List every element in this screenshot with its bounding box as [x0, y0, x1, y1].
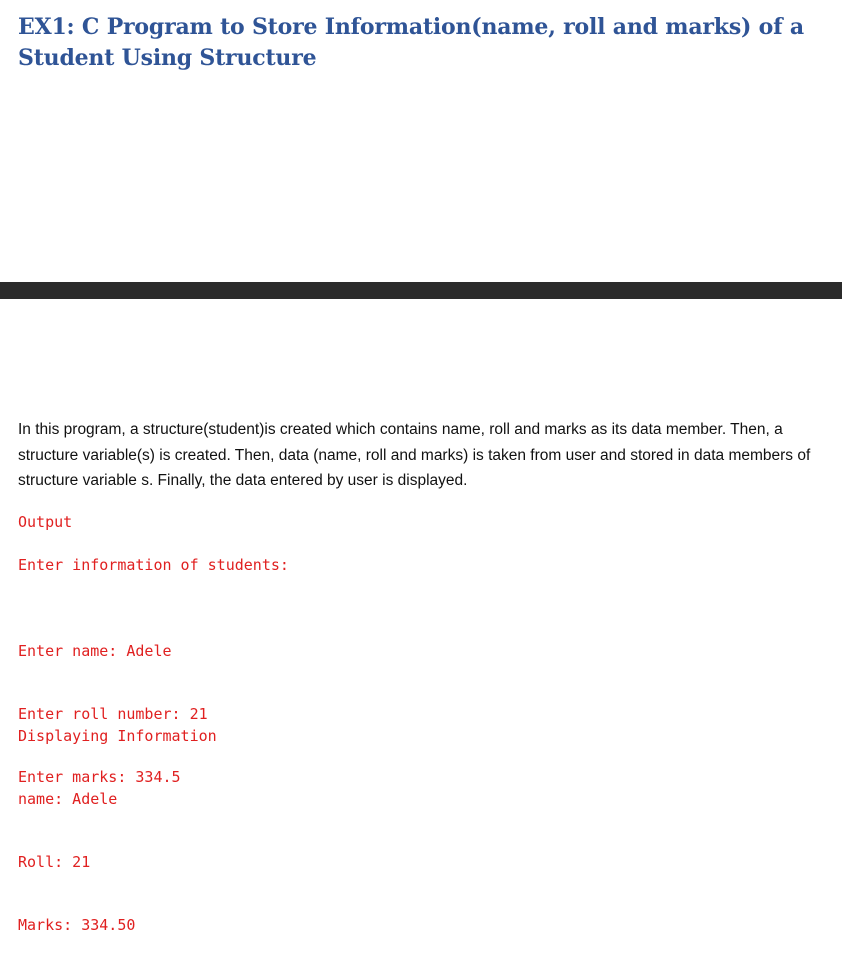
input-line-name: Enter name: Adele: [18, 642, 172, 660]
display-line-roll: Roll: 21: [18, 853, 91, 871]
divider-bar: [0, 282, 842, 299]
output-prompt-line: Enter information of students:: [18, 556, 289, 574]
display-line-marks: Marks: 334.50: [18, 916, 136, 934]
program-description: In this program, a structure(student)is …: [18, 421, 811, 489]
display-lines-block: Displaying Information name: Adele Roll:…: [18, 684, 217, 957]
display-line-name: name: Adele: [18, 790, 118, 808]
document-title: EX1: C Program to Store Information(name…: [18, 14, 804, 71]
output-label: Output: [18, 513, 73, 531]
display-line-heading: Displaying Information: [18, 727, 217, 745]
